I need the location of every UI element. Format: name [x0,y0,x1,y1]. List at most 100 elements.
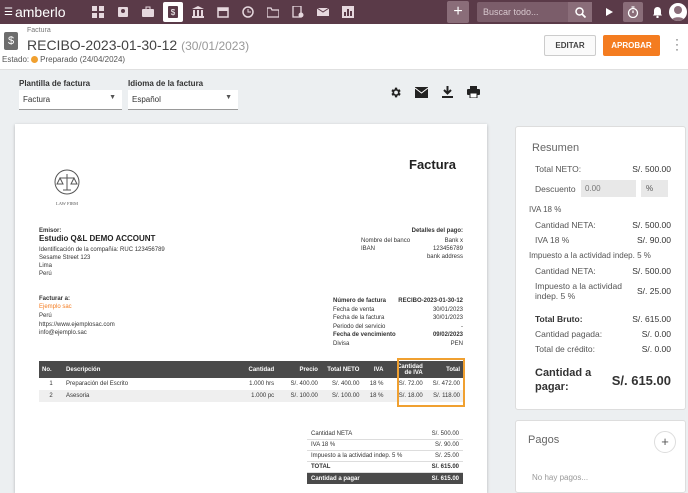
meta-value: 30/01/2023 [432,306,463,313]
issuer-name: Estudio Q&L DEMO ACCOUNT [39,234,156,243]
summary-value: S/. 90.00 [636,235,671,245]
time-history-icon[interactable] [238,2,258,22]
billto-line: info@ejemplo.sac [39,330,87,336]
totals-value: S/. 500.00 [431,431,459,437]
status-line: Estado: Preparado (24/04/2024) [2,55,125,64]
search-icon[interactable] [568,2,592,22]
top-navigation-bar: ☰ amberlo $ + Buscar todo... [0,0,688,24]
approve-button[interactable]: APROBAR [603,35,660,56]
invoice-date: (30/01/2023) [181,39,250,53]
column-header: Total [425,361,463,378]
summary-label: Cantidad pagada: [535,329,603,339]
totals-label: Cantidad a pagar [311,475,360,482]
totals-row: IVA 18 % S/. 90.00 [307,440,463,451]
discount-label: Descuento [535,184,576,194]
issuer-address: Identificación de la compañía: RUC 12345… [39,246,165,278]
svg-text:$: $ [170,8,175,17]
table-cell: Preparación del Escrito [66,381,129,387]
billto-line: https://www.ejemplosac.com [39,321,115,328]
invoice-title: Factura [409,157,456,172]
iva-section-title: IVA 18 % [529,205,562,214]
language-select[interactable]: Español ▼ [128,90,238,110]
table-cell: S/. 100.00 [320,390,363,402]
play-timer-icon[interactable] [599,2,619,22]
table-cell: S/. 100.00 [277,390,321,402]
summary-label: Total Bruto: [535,314,583,324]
column-header: Cantidad de IVA [386,361,426,378]
document-settings-icon[interactable] [288,2,308,22]
issuer-line: Perú [39,271,52,277]
discount-label-text: Descuento [535,184,576,194]
dashboard-icon[interactable] [88,2,108,22]
invoice-icon[interactable]: $ [162,2,183,22]
app-logo[interactable]: ☰ amberlo [4,4,66,20]
summary-label: Total de crédito: [535,344,596,354]
payment-value: bank address [426,254,463,260]
summary-label: Cantidad NETA: [535,266,596,276]
stopwatch-icon[interactable] [623,2,643,22]
calendar-icon[interactable] [213,2,233,22]
amount-due-label: Cantidad a pagar: [535,367,592,393]
table-cell: Asesoria [63,390,223,402]
summary-value: S/. 0.00 [641,329,671,339]
totals-label: TOTAL [311,464,331,470]
table-cell: 1.000 hrs [249,381,275,387]
summary-value: S/. 25.00 [636,286,671,296]
user-avatar[interactable] [669,3,687,21]
template-value: Factura [23,95,51,104]
summary-value: S/. 500.00 [632,220,671,230]
payment-details-title: Detalles del pago: [411,228,463,234]
payment-values: Bank x 123456789 bank address [395,237,463,261]
summary-label: IVA 18 % [535,235,570,245]
discount-unit-select[interactable]: % [641,180,668,197]
column-header: No. [39,361,64,378]
folder-icon[interactable] [263,2,283,22]
table-cell: 1 [49,381,53,387]
billto-address: Perú https://www.ejemplosac.com info@eje… [39,312,115,338]
table-row: 1 Preparación del Escrito 1.000 hrs S/. … [39,378,463,390]
download-icon[interactable] [439,84,455,100]
mail-icon[interactable] [313,2,333,22]
totals-value: S/. 90.00 [434,442,459,448]
invoice-document-icon: $ [4,32,18,50]
template-label: Plantilla de factura [19,79,91,88]
table-row: 2 Asesoria 1.000 pc S/. 100.00 S/. 100.0… [39,390,463,402]
settings-gear-icon[interactable] [387,84,403,100]
totals-value: S/. 615.00 [431,475,459,482]
invoice-preview: Factura LAW FIRM Emisor: Estudio Q&L DEM… [15,124,487,493]
summary-row: Total NETO: S/. 500.00 [535,164,671,174]
bank-icon[interactable] [188,2,208,22]
summary-label: Total NETO: [535,164,582,174]
contacts-icon[interactable] [113,2,133,22]
edit-button[interactable]: EDITAR [544,35,596,56]
page-title: RECIBO-2023-01-30-12 (30/01/2023) [27,37,249,53]
billto-label: Facturar a: [39,296,71,302]
law-firm-logo: LAW FIRM [51,169,83,206]
reports-icon[interactable] [338,2,358,22]
issuer-line: Identificación de la compañía: RUC 12345… [39,247,165,253]
logo-text: LAW FIRM [56,201,78,206]
issuer-line: Sesame Street 123 [39,255,91,261]
status-label: Estado: [2,55,30,64]
template-select[interactable]: Factura ▼ [19,90,122,110]
add-new-button[interactable]: + [447,1,469,23]
breadcrumb[interactable]: Factura [27,27,51,34]
briefcase-icon[interactable] [138,2,158,22]
status-dot-icon [31,56,39,63]
add-payment-button[interactable]: + [654,431,676,453]
amount-due-value: S/. 615.00 [611,372,671,388]
print-icon[interactable] [465,84,481,100]
meta-value: - [461,323,463,330]
menu-icon: ☰ [4,6,13,18]
summary-title: Resumen [532,142,580,154]
totals-row: Impuesto a la actividad indep. 5 % S/. 25… [307,451,463,462]
billto-name: Ejemplo sac [39,304,72,310]
summary-row: Cantidad pagada: S/. 0.00 [535,329,671,339]
more-options-icon[interactable]: · · · [673,33,681,55]
invoice-totals: Cantidad NETA S/. 500.00 IVA 18 % S/. 90.0… [307,429,463,484]
meta-label: Número de factura [333,298,387,304]
table-cell: S/. 400.00 [332,381,360,387]
discount-input[interactable]: 0.00 [581,180,636,197]
notifications-bell-icon[interactable] [647,2,667,22]
email-icon[interactable] [413,84,429,100]
